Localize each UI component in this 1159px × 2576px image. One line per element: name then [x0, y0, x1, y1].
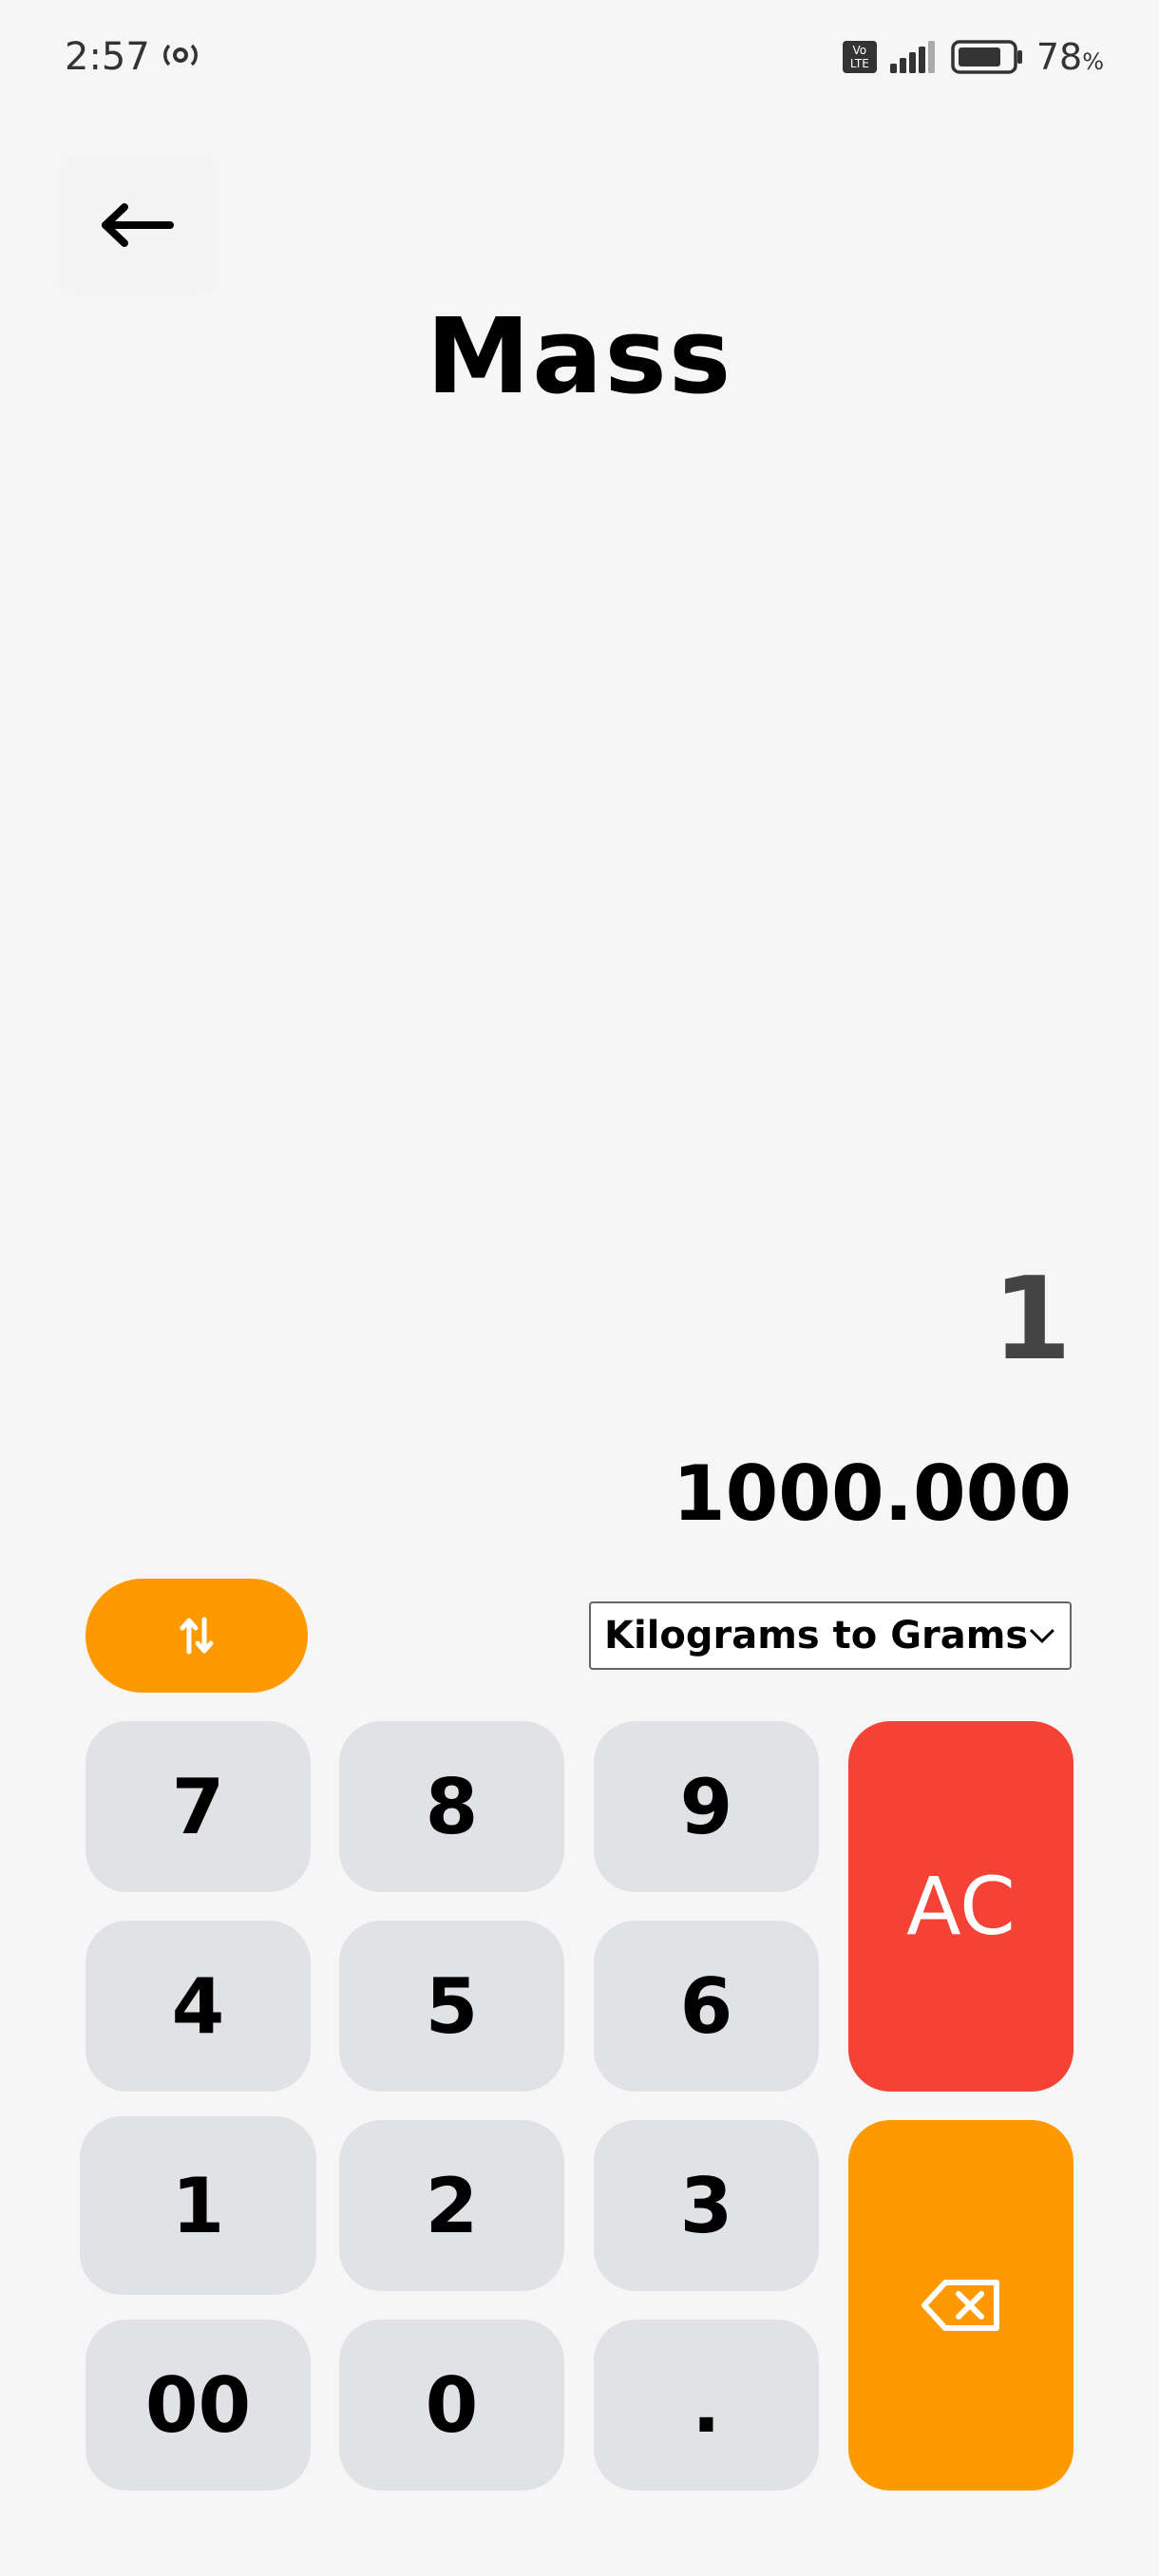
volte-top-label: Vo [852, 44, 867, 57]
backspace-icon [921, 2280, 999, 2331]
key-00[interactable]: 00 [86, 2320, 311, 2491]
key-2[interactable]: 2 [339, 2120, 564, 2291]
key-3[interactable]: 3 [594, 2120, 819, 2291]
key-decimal[interactable]: . [594, 2320, 819, 2491]
key-0[interactable]: 0 [339, 2320, 564, 2491]
conversion-select[interactable]: Kilograms to Grams [589, 1601, 1072, 1670]
status-time: 2:57 [65, 35, 150, 79]
volte-icon: Vo LTE [842, 41, 877, 73]
chevron-down-icon [1030, 1628, 1055, 1644]
swap-units-button[interactable] [86, 1579, 308, 1693]
page-title: Mass [426, 295, 733, 417]
clear-button[interactable]: AC [848, 1721, 1074, 2092]
key-6[interactable]: 6 [594, 1921, 819, 2092]
battery-percent-unit: % [1082, 48, 1104, 75]
key-8[interactable]: 8 [339, 1721, 564, 1892]
status-indicators: Vo LTE 78% [842, 32, 1104, 82]
battery-percent: 78% [1036, 36, 1104, 78]
signal-icon [889, 41, 935, 73]
back-button[interactable] [57, 154, 218, 296]
swap-vertical-icon [180, 1617, 214, 1655]
result-value-display: 1000.000 [672, 1449, 1072, 1538]
key-5[interactable]: 5 [339, 1921, 564, 2092]
input-value-display: 1 [992, 1254, 1073, 1386]
key-9[interactable]: 9 [594, 1721, 819, 1892]
key-4[interactable]: 4 [86, 1921, 311, 2092]
battery-icon [951, 40, 1022, 74]
conversion-select-value: Kilograms to Grams [604, 1614, 1029, 1657]
key-1[interactable]: 1 [80, 2116, 316, 2295]
battery-percent-value: 78 [1036, 36, 1083, 78]
hotspot-icon [162, 36, 200, 74]
volte-bottom-label: LTE [849, 57, 869, 70]
key-7[interactable]: 7 [86, 1721, 311, 1892]
backspace-button[interactable] [848, 2120, 1074, 2491]
arrow-left-icon [102, 203, 174, 247]
